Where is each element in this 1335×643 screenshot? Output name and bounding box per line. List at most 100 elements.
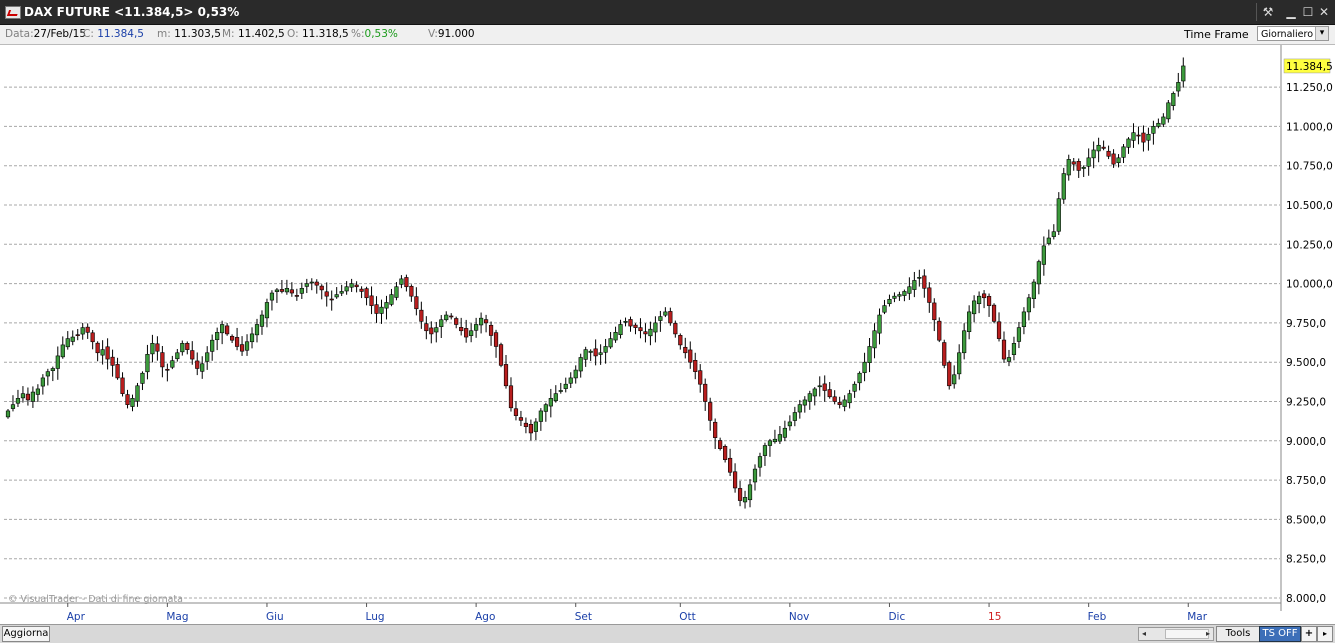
watermark-text: © VisualTrader - Dati di fine giornata: [8, 594, 183, 605]
y-tick-label: 10.500,0: [1286, 200, 1333, 212]
candle-body: [329, 298, 334, 301]
candle-body: [309, 281, 314, 284]
candle-body: [981, 293, 987, 299]
candle-body: [752, 468, 758, 483]
candle-body: [708, 402, 713, 421]
minimize-icon[interactable]: ▁: [1283, 4, 1299, 20]
ts-off-button[interactable]: TS OFF: [1259, 626, 1301, 642]
y-tick-label: 9.750,0: [1286, 318, 1326, 330]
candle-body: [70, 336, 75, 342]
candle-body: [374, 304, 379, 314]
horizontal-scrollbar[interactable]: ◂ ▸: [1138, 627, 1214, 641]
chart-area[interactable]: 8.000,0 8.250,0 8.500,0 8.750,0 9.000,0 9.250…: [0, 45, 1335, 624]
refresh-button[interactable]: Aggiorna: [2, 626, 50, 642]
candle-body: [140, 372, 145, 384]
candle-body: [1146, 133, 1151, 141]
tools-button[interactable]: Tools: [1216, 626, 1260, 642]
candle-body: [1091, 149, 1096, 159]
candle-body: [110, 356, 115, 366]
y-tick-label: 11.250,0: [1286, 82, 1333, 94]
candle-body: [573, 369, 578, 379]
chevron-down-icon[interactable]: ▾: [1315, 27, 1328, 40]
scroll-left-icon[interactable]: ◂: [1139, 628, 1149, 640]
candle-body: [802, 399, 807, 406]
scroll-right-icon[interactable]: ▸: [1203, 628, 1213, 640]
candle-body: [190, 350, 195, 360]
title-separator: [1256, 3, 1257, 21]
candle-body: [5, 410, 11, 418]
candle-body: [852, 383, 857, 392]
candle-body: [588, 350, 593, 353]
candle-body: [299, 288, 304, 294]
candle-body: [648, 328, 653, 337]
candle-body: [912, 280, 917, 290]
candle-body: [40, 377, 45, 387]
wrench-icon[interactable]: ⚒: [1260, 4, 1276, 20]
candle-body: [563, 383, 568, 389]
candle-body: [1041, 245, 1046, 265]
candle-body: [986, 296, 992, 306]
candle-body: [469, 330, 474, 336]
candle-body: [25, 393, 31, 401]
candle-body: [538, 410, 543, 422]
x-month-label: Ago: [475, 611, 495, 623]
candle-body: [827, 389, 832, 398]
candle-body: [130, 398, 135, 407]
candle-body: [60, 344, 65, 358]
menu-arrow-icon[interactable]: ▸: [1317, 626, 1333, 642]
candle-body: [1021, 311, 1027, 327]
candle-body: [842, 399, 847, 407]
candle-body: [269, 292, 275, 301]
candle-body: [1086, 157, 1091, 167]
candle-body: [175, 352, 180, 360]
candle-body: [643, 331, 648, 335]
candle-body: [115, 364, 120, 379]
candle-body: [1166, 102, 1171, 120]
x-month-label: Mar: [1187, 611, 1207, 623]
close-value: 11.384,5: [97, 28, 144, 40]
candle-body: [414, 296, 419, 310]
candle-body: [947, 362, 952, 387]
candle-body: [419, 309, 424, 322]
candle-body: [279, 289, 285, 292]
candle-body: [1026, 297, 1031, 313]
high-label: M:: [222, 28, 235, 40]
add-button[interactable]: +: [1301, 626, 1317, 642]
maximize-icon[interactable]: ☐: [1300, 4, 1316, 20]
candlestick-chart[interactable]: 8.000,0 8.250,0 8.500,0 8.750,0 9.000,0 9.250…: [0, 45, 1335, 624]
candle-body: [1016, 327, 1022, 342]
candle-body: [1141, 132, 1146, 143]
candle-body: [613, 332, 618, 341]
candle-body: [817, 385, 822, 388]
x-month-label: Lug: [366, 611, 385, 623]
open-readout: O: 11.318,5: [287, 28, 349, 40]
timeframe-select[interactable]: Giornaliero ▾: [1257, 26, 1329, 41]
candle-body: [1126, 138, 1131, 148]
candle-body: [185, 343, 190, 350]
candle-body: [548, 398, 553, 407]
candle-body: [897, 294, 902, 297]
x-month-label: 15: [988, 611, 1001, 623]
candle-body: [120, 377, 125, 394]
candle-body: [399, 278, 404, 285]
candle-body: [364, 288, 369, 299]
y-tick-label: 8.250,0: [1286, 554, 1326, 566]
candle-body: [543, 404, 548, 412]
close-icon[interactable]: ✕: [1316, 4, 1332, 20]
candle-body: [523, 422, 529, 427]
candle-body: [767, 440, 773, 446]
candle-body: [1111, 153, 1116, 165]
candle-body: [85, 326, 90, 333]
candle-body: [314, 281, 319, 286]
y-tick-label: 8.750,0: [1286, 475, 1326, 487]
candle-body: [1051, 231, 1056, 237]
candle-body: [907, 286, 912, 294]
candle-body: [284, 288, 289, 293]
candle-body: [932, 302, 937, 321]
candle-body: [1061, 173, 1066, 200]
candle-body: [80, 327, 85, 335]
candle-body: [344, 286, 349, 292]
candle-body: [578, 357, 583, 372]
low-label: m:: [157, 28, 171, 40]
candle-body: [498, 344, 504, 366]
